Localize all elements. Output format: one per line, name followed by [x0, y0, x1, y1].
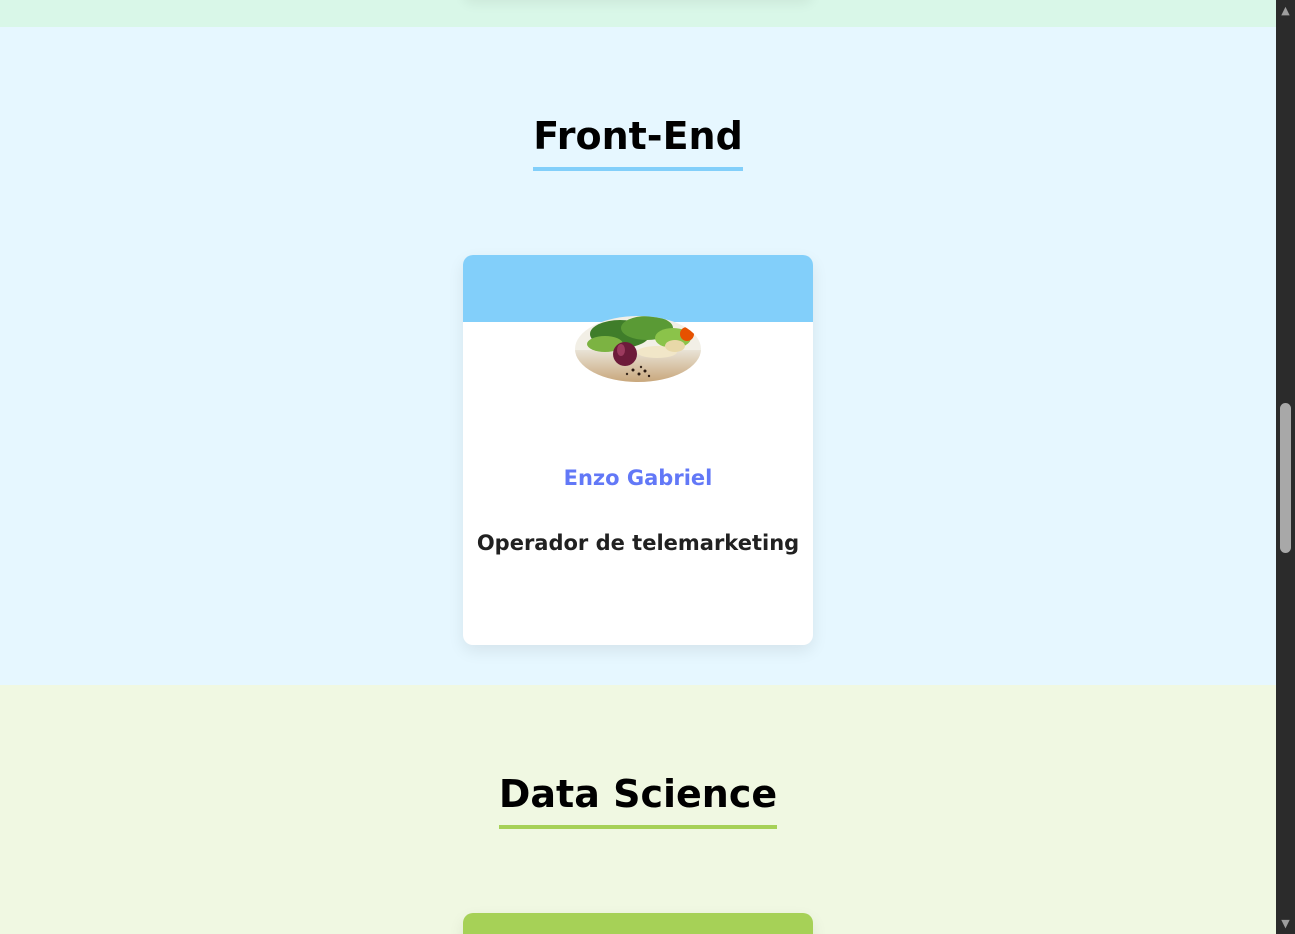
scrollbar-thumb[interactable] — [1280, 403, 1291, 553]
team-section-frontend: Front-End Enzo Gabriel Operador de telem… — [0, 27, 1276, 685]
section-title-text: Front-End — [533, 117, 743, 171]
member-card: Enzo Gabriel Operador de telemarketing — [463, 255, 813, 645]
member-card — [463, 913, 813, 934]
member-name: Enzo Gabriel — [563, 466, 713, 490]
triangle-down-icon[interactable]: ▼ — [1276, 915, 1295, 932]
previous-section — [0, 0, 1276, 27]
vertical-scrollbar[interactable]: ▲ ▼ — [1276, 0, 1295, 934]
triangle-up-icon[interactable]: ▲ — [1276, 2, 1295, 19]
team-section-datascience: Data Science — [0, 685, 1276, 934]
member-role: Operador de telemarketing — [476, 531, 800, 555]
section-title: Front-End — [0, 117, 1276, 171]
page: Front-End Enzo Gabriel Operador de telem… — [0, 0, 1276, 934]
vegetables-photo-icon — [575, 316, 701, 382]
section-title: Data Science — [0, 775, 1276, 829]
member-photo — [575, 316, 701, 382]
card-header — [463, 255, 813, 322]
section-title-text: Data Science — [498, 775, 778, 829]
